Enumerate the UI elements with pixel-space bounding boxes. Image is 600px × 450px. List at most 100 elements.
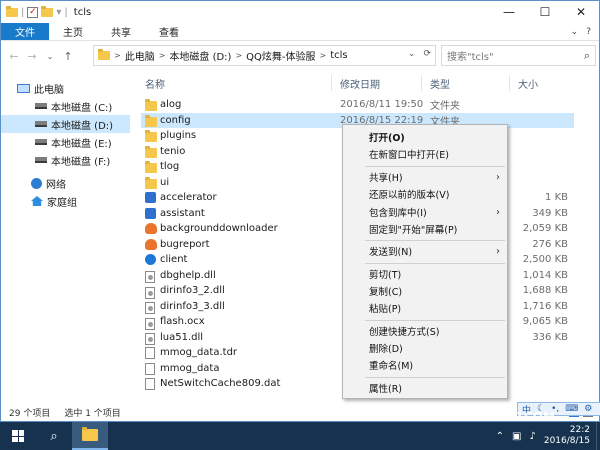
minimize-button[interactable]: — — [491, 1, 527, 23]
menu-item-send-to[interactable]: 发送到(N) › — [343, 243, 507, 259]
nav-label: 本地磁盘 (E:) — [51, 138, 112, 150]
file-name: accelerator — [160, 192, 217, 204]
chevron-right-icon[interactable]: > — [159, 51, 166, 60]
nav-item-drive-c[interactable]: 本地磁盘 (C:) — [1, 97, 130, 115]
expand-ribbon-icon[interactable]: ⌄ — [571, 27, 579, 37]
file-icon — [145, 347, 155, 359]
address-bar[interactable]: > 此电脑 > 本地磁盘 (D:) > QQ炫舞-体验服 > tcls ⌄ ⟳ — [93, 45, 436, 66]
network-icon — [31, 177, 42, 189]
menu-item-delete[interactable]: 删除(D) — [343, 340, 507, 356]
menu-item-copy[interactable]: 复制(C) — [343, 283, 507, 299]
dll-file-icon — [145, 302, 155, 315]
file-icon — [145, 362, 155, 375]
menu-item-pin-start[interactable]: 固定到"开始"屏幕(P) — [343, 221, 507, 237]
folder-icon — [145, 161, 157, 173]
context-menu: 打开(O) 在新窗口中打开(E) 共享(H) › 还原以前的版本(V) 包含到库中… — [342, 124, 508, 399]
menu-item-create-shortcut[interactable]: 创建快捷方式(S) — [343, 323, 507, 339]
taskbar-file-explorer[interactable] — [72, 422, 108, 450]
search-input[interactable]: 搜索"tcls" ⌕ — [441, 45, 596, 66]
chevron-right-icon[interactable]: > — [235, 51, 242, 60]
file-name: tenio — [160, 145, 186, 157]
column-name[interactable]: 名称 — [145, 76, 165, 91]
menu-item-include-library[interactable]: 包含到库中(I) › — [343, 204, 507, 220]
forward-arrow-icon[interactable]: → — [23, 50, 41, 63]
file-row[interactable]: alog 2016/8/11 19:50 文件夹 — [141, 97, 574, 113]
tab-view[interactable]: 查看 — [145, 23, 193, 40]
menu-separator — [365, 263, 505, 264]
menu-item-rename[interactable]: 重命名(M) — [343, 357, 507, 373]
up-arrow-icon[interactable]: ↑ — [59, 50, 77, 63]
ocx-file-icon — [145, 317, 155, 330]
menu-item-cut[interactable]: 剪切(T) — [343, 266, 507, 282]
recent-dropdown-icon[interactable]: ⌄ — [41, 52, 59, 61]
clock[interactable]: 22:2 2016/8/15 — [544, 425, 590, 447]
tab-home[interactable]: 主页 — [49, 23, 97, 40]
column-divider[interactable] — [509, 75, 510, 91]
menu-item-open[interactable]: 打开(O) — [343, 129, 507, 145]
menu-item-properties[interactable]: 属性(R) — [343, 380, 507, 396]
drive-icon — [35, 139, 47, 145]
breadcrumb-game-folder[interactable]: QQ炫舞-体验服 — [246, 48, 315, 63]
menu-item-share[interactable]: 共享(H) › — [343, 169, 507, 185]
quick-access-toolbar: | ✓ ▾ | — [1, 5, 68, 18]
network-icon[interactable]: ▣ — [512, 431, 521, 442]
menu-item-restore-versions[interactable]: 还原以前的版本(V) — [343, 186, 507, 202]
nav-item-drive-d[interactable]: 本地磁盘 (D:) — [1, 115, 130, 133]
breadcrumb-current[interactable]: tcls — [330, 50, 347, 61]
maximize-button[interactable]: ☐ — [527, 1, 563, 23]
file-icon — [145, 378, 155, 390]
tab-share[interactable]: 共享 — [97, 23, 145, 40]
computer-icon — [17, 83, 30, 93]
close-button[interactable]: ✕ — [563, 1, 599, 23]
folder-icon — [145, 99, 157, 111]
back-arrow-icon[interactable]: ← — [5, 50, 23, 63]
nav-item-drive-f[interactable]: 本地磁盘 (F:) — [1, 151, 130, 169]
file-name: dirinfo3_2.dll — [160, 285, 225, 297]
nav-item-network[interactable]: 网络 — [1, 174, 130, 192]
menu-separator — [365, 166, 505, 167]
chevron-up-icon[interactable]: ⌃ — [496, 431, 504, 442]
homegroup-icon — [31, 196, 43, 206]
nav-label: 本地磁盘 (C:) — [51, 102, 113, 114]
new-folder-icon[interactable] — [41, 5, 54, 17]
show-desktop-button[interactable] — [596, 422, 600, 450]
file-size: 276 KB — [532, 238, 568, 250]
nav-item-drive-e[interactable]: 本地磁盘 (E:) — [1, 133, 130, 151]
tab-file[interactable]: 文件 — [1, 23, 49, 40]
qa-dropdown-icon[interactable]: ▾ — [56, 7, 61, 18]
start-button[interactable] — [0, 422, 36, 450]
application-icon — [145, 192, 156, 203]
column-type[interactable]: 类型 — [430, 76, 450, 91]
dll-file-icon — [145, 271, 155, 284]
nav-item-homegroup[interactable]: 家庭组 — [1, 192, 130, 210]
search-icon[interactable]: ⌕ — [584, 49, 590, 63]
chevron-right-icon: › — [496, 245, 500, 257]
breadcrumb-this-pc[interactable]: 此电脑 — [125, 48, 155, 63]
ribbon-tabs: 文件 主页 共享 查看 ⌄ ? — [1, 23, 599, 41]
column-divider[interactable] — [421, 75, 422, 91]
refresh-icon[interactable]: ⟳ — [423, 49, 431, 59]
menu-item-paste[interactable]: 粘贴(P) — [343, 300, 507, 316]
help-icon[interactable]: ? — [586, 27, 591, 37]
chevron-right-icon[interactable]: > — [320, 51, 327, 60]
window-controls: — ☐ ✕ — [491, 1, 599, 23]
title-bar: | ✓ ▾ | tcls — ☐ ✕ — [1, 1, 599, 23]
column-date[interactable]: 修改日期 — [340, 76, 380, 91]
volume-icon[interactable]: ♪ — [529, 431, 535, 442]
menu-item-open-new-window[interactable]: 在新窗口中打开(E) — [343, 146, 507, 162]
taskbar-search-icon[interactable]: ⌕ — [36, 422, 72, 450]
settings-icon[interactable]: ⚙ — [584, 404, 592, 414]
address-dropdown-icon[interactable]: ⌄ — [408, 49, 416, 59]
chevron-right-icon[interactable]: > — [114, 51, 121, 60]
file-size: 2,059 KB — [522, 223, 568, 235]
column-size[interactable]: 大小 — [518, 76, 538, 91]
explorer-window: | ✓ ▾ | tcls — ☐ ✕ 文件 主页 共享 查看 ⌄ ? ← → ⌄… — [0, 0, 600, 422]
properties-checkbox-icon[interactable]: ✓ — [27, 6, 39, 18]
ribbon-right: ⌄ ? — [571, 23, 599, 40]
dll-file-icon — [145, 286, 155, 299]
breadcrumb-drive-d[interactable]: 本地磁盘 (D:) — [169, 48, 231, 63]
column-divider[interactable] — [331, 75, 332, 91]
keyboard-icon[interactable]: ⌨ — [565, 404, 578, 414]
nav-item-this-pc[interactable]: 此电脑 — [17, 79, 146, 97]
file-size: 349 KB — [532, 207, 568, 219]
